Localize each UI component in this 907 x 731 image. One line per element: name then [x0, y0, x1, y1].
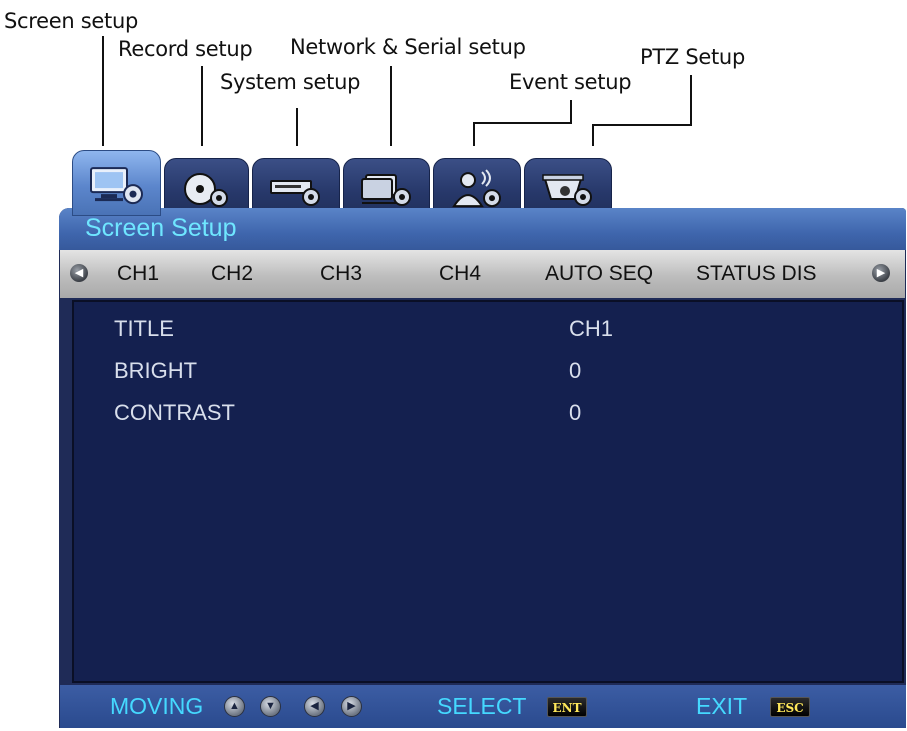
channel-tab-auto-seq[interactable]: AUTO SEQ	[545, 262, 653, 286]
channel-bar: ◀ CH1 CH2 CH3 CH4 AUTO SEQ STATUS DIS ▶	[60, 250, 905, 298]
annotation-network-setup: Network & Serial setup	[290, 35, 526, 59]
annotation-event-setup: Event setup	[509, 70, 632, 94]
scroll-left-button[interactable]: ◀	[70, 264, 88, 282]
setting-value-bright[interactable]: 0	[569, 358, 581, 384]
setting-value-title[interactable]: CH1	[569, 316, 613, 342]
channel-tab-ch3[interactable]: CH3	[320, 262, 362, 286]
leader-line-event-a	[570, 100, 572, 123]
ptz-camera-gear-icon	[542, 174, 592, 206]
annotation-record-setup: Record setup	[118, 37, 253, 61]
chevron-left-icon: ◀	[74, 267, 84, 279]
select-label: SELECT	[437, 693, 527, 719]
person-gear-icon	[452, 169, 501, 208]
dvr-gear-icon	[270, 180, 320, 206]
network-gear-icon	[360, 174, 411, 206]
scroll-right-button[interactable]: ▶	[872, 264, 890, 282]
setting-label-bright: BRIGHT	[114, 358, 198, 383]
move-down-button[interactable]: ▼	[260, 696, 281, 717]
tab-screen-setup[interactable]	[72, 150, 161, 216]
exit-label: EXIT	[696, 693, 748, 719]
esc-key-button[interactable]: ESC	[770, 697, 810, 717]
annotation-ptz-setup: PTZ Setup	[640, 45, 745, 69]
settings-panel: TITLE CH1 BRIGHT 0 CONTRAST 0	[72, 300, 904, 683]
arrow-up-icon: ▲	[229, 700, 240, 712]
channel-tab-ch2[interactable]: CH2	[211, 262, 253, 286]
leader-line-record	[201, 66, 203, 146]
move-right-button[interactable]: ▶	[341, 696, 362, 717]
channel-tab-ch1[interactable]: CH1	[117, 262, 159, 286]
page-title: Screen Setup	[85, 214, 237, 242]
channel-tab-ch4[interactable]: CH4	[439, 262, 481, 286]
move-up-button[interactable]: ▲	[224, 696, 245, 717]
leader-line-network	[390, 66, 392, 146]
leader-line-event-b	[473, 122, 572, 124]
leader-line-event-c	[473, 122, 475, 146]
arrow-left-icon: ◀	[310, 700, 319, 712]
title-bar: Screen Setup	[59, 208, 906, 250]
arrow-right-icon: ▶	[347, 700, 356, 712]
moving-label: MOVING	[110, 693, 204, 719]
setting-value-contrast[interactable]: 0	[569, 400, 581, 426]
move-left-button[interactable]: ◀	[304, 696, 325, 717]
ent-key-button[interactable]: ENT	[547, 697, 587, 717]
leader-line-ptz-c	[592, 124, 594, 146]
chevron-right-icon: ▶	[876, 267, 886, 279]
leader-line-system	[296, 108, 298, 146]
channel-tab-status-dis[interactable]: STATUS DIS	[696, 262, 817, 286]
arrow-down-icon: ▼	[265, 700, 276, 712]
leader-line-ptz-b	[592, 124, 692, 126]
leader-line-screen	[102, 36, 104, 146]
annotation-system-setup: System setup	[220, 70, 361, 94]
disc-gear-icon	[183, 173, 228, 207]
setup-window: Screen Setup ◀ CH1 CH2 CH3 CH4 AUTO SEQ …	[59, 208, 906, 728]
footer-bar: MOVING ▲ ▼ ◀ ▶ SELECT ENT EXIT ESC	[60, 685, 906, 728]
leader-line-ptz-a	[690, 75, 692, 125]
annotation-screen-setup: Screen setup	[4, 9, 139, 33]
setting-label-contrast: CONTRAST	[114, 400, 235, 425]
monitor-gear-icon	[89, 167, 143, 205]
setting-label-title: TITLE	[114, 316, 174, 341]
